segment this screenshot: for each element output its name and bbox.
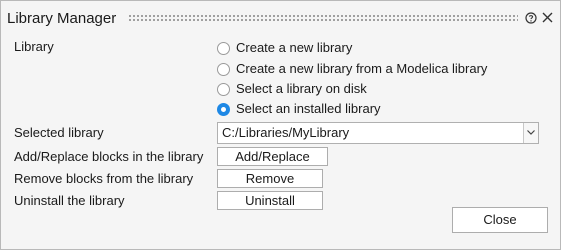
radio-label: Create a new library — [236, 40, 353, 55]
window-title: Library Manager — [7, 10, 117, 27]
add-replace-label: Add/Replace blocks in the library — [14, 149, 204, 164]
radio-button-selected[interactable] — [217, 103, 230, 116]
library-manager-window: Library Manager Library Create a new lib… — [0, 0, 561, 250]
drag-grip[interactable] — [128, 14, 518, 22]
help-icon[interactable] — [525, 12, 537, 24]
selected-library-combobox[interactable]: C:/Libraries/MyLibrary — [217, 122, 539, 144]
selected-library-value: C:/Libraries/MyLibrary — [222, 125, 350, 140]
close-icon[interactable] — [541, 11, 554, 24]
radio-button[interactable] — [217, 83, 230, 96]
radio-label: Create a new library from a Modelica lib… — [236, 61, 488, 76]
remove-label: Remove blocks from the library — [14, 171, 194, 186]
uninstall-button[interactable]: Uninstall — [217, 191, 323, 210]
dropdown-button[interactable] — [523, 123, 538, 143]
chevron-down-icon — [527, 130, 535, 135]
radio-button[interactable] — [217, 42, 230, 55]
radio-button[interactable] — [217, 63, 230, 76]
remove-button[interactable]: Remove — [217, 169, 323, 188]
title-bar[interactable]: Library Manager — [1, 1, 560, 35]
uninstall-label: Uninstall the library — [14, 193, 125, 208]
radio-label: Select an installed library — [236, 101, 381, 116]
library-label: Library — [14, 39, 54, 54]
close-button[interactable]: Close — [452, 207, 548, 233]
radio-label: Select a library on disk — [236, 81, 367, 96]
selected-library-label: Selected library — [14, 125, 104, 140]
add-replace-button[interactable]: Add/Replace — [217, 147, 328, 166]
